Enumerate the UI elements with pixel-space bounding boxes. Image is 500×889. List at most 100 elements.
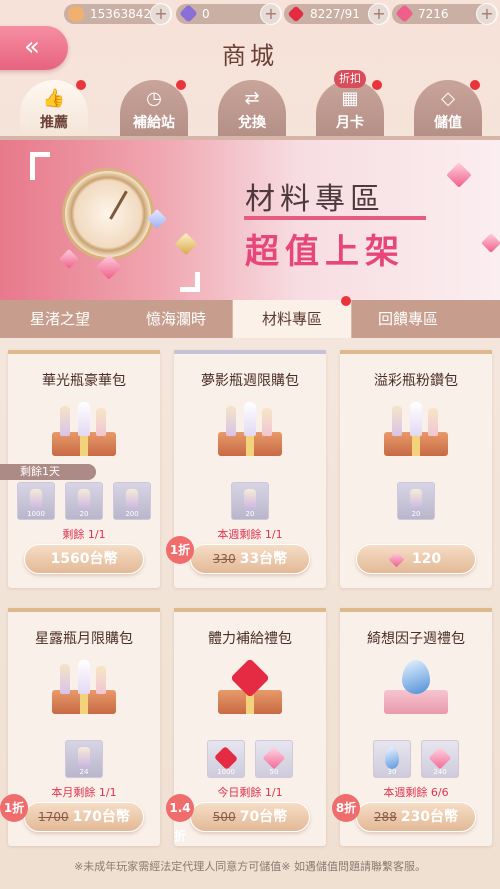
tab-recommend[interactable]: 👍 推薦 bbox=[20, 80, 88, 138]
item-slot[interactable]: 50 bbox=[255, 740, 293, 778]
buy-button[interactable]: 1700 170台幣 bbox=[24, 802, 144, 832]
bottle bbox=[60, 406, 70, 436]
frame-corner bbox=[30, 152, 50, 180]
tab-supply-station[interactable]: ◷ 補給站 bbox=[120, 80, 188, 138]
card-accent bbox=[174, 608, 326, 612]
pink-diamond-icon bbox=[262, 746, 286, 770]
item-slot[interactable]: 1000 bbox=[17, 482, 55, 520]
add-coin-button[interactable]: + bbox=[150, 3, 172, 25]
add-stamina-button[interactable]: + bbox=[368, 3, 390, 25]
item-slot[interactable]: 20 bbox=[231, 482, 269, 520]
tab-label: 推薦 bbox=[40, 115, 68, 131]
item-list: 1000 50 bbox=[174, 740, 326, 778]
item-qty: 20 bbox=[245, 510, 255, 518]
card-accent bbox=[340, 608, 492, 612]
gem-decoration bbox=[446, 162, 472, 188]
item-slot[interactable]: 20 bbox=[397, 482, 435, 520]
price: 33台幣 bbox=[239, 551, 288, 567]
subtab-star-isle[interactable]: 星渚之望 bbox=[0, 300, 120, 338]
buy-button[interactable]: 330 33台幣 bbox=[190, 544, 310, 574]
pack-card[interactable]: 溢彩瓶粉鑽包 20 120 bbox=[340, 350, 492, 588]
notification-dot bbox=[470, 80, 480, 90]
price: 170台幣 bbox=[72, 809, 130, 825]
bottle bbox=[78, 402, 90, 436]
gift-box-image bbox=[380, 402, 452, 458]
stamina-value: 8227/91 bbox=[310, 7, 360, 21]
frame-corner bbox=[180, 272, 200, 292]
gem-decoration bbox=[481, 233, 500, 253]
item-list: 30 240 bbox=[340, 740, 492, 778]
bottle bbox=[226, 406, 236, 436]
original-price: 288 bbox=[373, 810, 397, 824]
exchange-icon: ⇄ bbox=[244, 88, 260, 109]
diamond-icon: ◇ bbox=[441, 88, 455, 109]
bottle-icon bbox=[30, 489, 42, 509]
clock-illustration bbox=[62, 168, 154, 260]
buy-button[interactable]: 288 230台幣 bbox=[356, 802, 476, 832]
crystal-value: 0 bbox=[202, 7, 210, 21]
remaining-count: 本週剩餘 6/6 bbox=[383, 786, 449, 799]
buy-button[interactable]: 120 bbox=[356, 544, 476, 574]
item-list: 24 bbox=[8, 740, 160, 778]
item-qty: 30 bbox=[387, 768, 397, 776]
tab-monthly-card[interactable]: 折扣 ▦ 月卡 bbox=[316, 70, 384, 138]
pack-card[interactable]: 綺想因子週禮包 30 240 本週剩餘 6/6 288 230台幣 8折 bbox=[332, 608, 492, 846]
gift-box-image bbox=[48, 660, 120, 716]
subtab-memory-sea[interactable]: 憶海瀾時 bbox=[116, 300, 236, 338]
item-qty: 200 bbox=[125, 510, 139, 518]
item-slot[interactable]: 200 bbox=[113, 482, 151, 520]
item-slot[interactable]: 1000 bbox=[207, 740, 245, 778]
item-qty: 20 bbox=[79, 510, 89, 518]
clock-icon: ◷ bbox=[146, 88, 162, 109]
pack-name: 夢影瓶週限購包 bbox=[201, 373, 299, 389]
gift-box-image bbox=[214, 658, 286, 716]
item-slot[interactable]: 240 bbox=[421, 740, 459, 778]
discount-badge: 1折 bbox=[166, 536, 194, 564]
discount-badge: 1折 bbox=[0, 794, 28, 822]
add-diamond-button[interactable]: + bbox=[476, 3, 498, 25]
item-slot[interactable]: 20 bbox=[65, 482, 103, 520]
item-slot[interactable]: 30 bbox=[373, 740, 411, 778]
time-left-tag: 剩餘1天 bbox=[0, 464, 96, 480]
buy-button[interactable]: 500 70台幣 bbox=[190, 802, 310, 832]
subtab-materials[interactable]: 材料專區 bbox=[232, 296, 352, 338]
subtab-rewards[interactable]: 回饋專區 bbox=[348, 300, 468, 338]
bottle bbox=[262, 408, 272, 436]
item-qty: 1000 bbox=[27, 510, 45, 518]
item-qty: 240 bbox=[433, 768, 447, 776]
bottle bbox=[428, 408, 438, 436]
card-accent bbox=[340, 350, 492, 354]
add-crystal-button[interactable]: + bbox=[260, 3, 282, 25]
notification-dot bbox=[176, 80, 186, 90]
buy-button[interactable]: 1560台幣 bbox=[24, 544, 144, 574]
bottle bbox=[60, 664, 70, 694]
bottle-icon bbox=[78, 747, 90, 767]
gem-decoration bbox=[59, 249, 79, 269]
banner-title: 材料專區 bbox=[245, 182, 385, 217]
coin-counter: 15363842 + bbox=[64, 3, 172, 25]
tab-exchange[interactable]: ⇄ 兌換 bbox=[218, 80, 286, 138]
tab-top-up[interactable]: ◇ 儲值 bbox=[414, 80, 482, 138]
pack-card[interactable]: 夢影瓶週限購包 20 本週剩餘 1/1 330 33台幣 1折 bbox=[166, 350, 326, 588]
discount-badge: 折扣 bbox=[334, 70, 366, 88]
footer-notice: ※未成年玩家需經法定代理人同意方可儲值※ 如遇儲值問題請聯繫客服。 bbox=[74, 860, 426, 873]
promo-banner[interactable]: 材料專區 超值上架 bbox=[0, 140, 500, 300]
pack-card[interactable]: 星露瓶月限購包 24 本月剩餘 1/1 1700 170台幣 1折 bbox=[0, 608, 160, 846]
stamina-counter: 8227/91 + bbox=[284, 3, 390, 25]
price: 120 bbox=[411, 551, 442, 567]
pack-name: 星露瓶月限購包 bbox=[35, 631, 133, 647]
bottle bbox=[96, 666, 106, 694]
pack-card[interactable]: 體力補給禮包 1000 50 今日剩餘 1/1 500 70台幣 1.4折 bbox=[166, 608, 326, 846]
gift-box-image bbox=[214, 402, 286, 458]
item-qty: 50 bbox=[269, 768, 279, 776]
item-list: 20 bbox=[174, 482, 326, 520]
item-slot[interactable]: 24 bbox=[65, 740, 103, 778]
item-qty: 1000 bbox=[217, 768, 235, 776]
notification-dot bbox=[372, 80, 382, 90]
item-qty: 20 bbox=[411, 510, 421, 518]
item-list: 20 bbox=[340, 482, 492, 520]
tab-label: 補給站 bbox=[133, 115, 175, 131]
bottle-icon bbox=[126, 489, 138, 509]
remaining-count: 剩餘 1/1 bbox=[62, 528, 106, 541]
bottle bbox=[78, 660, 90, 694]
